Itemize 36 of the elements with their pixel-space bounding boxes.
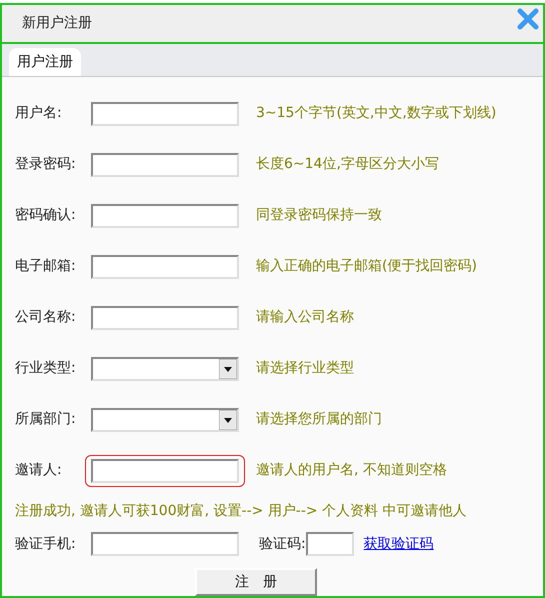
code-field[interactable] [306,532,354,556]
field-label: 电子邮箱: [15,257,77,276]
select-field[interactable] [91,356,239,380]
field-label: 验证手机: [15,534,77,554]
field-label: 行业类型: [15,359,77,378]
hint-text: 长度6~14位,字母区分大小写 [256,155,439,174]
hint-text: 邀请人的用户名, 不知道则空格 [256,461,447,480]
close-icon[interactable] [517,8,539,30]
window-title: 新用户注册 [22,14,92,34]
field-label: 公司名称: [15,308,77,327]
tab[interactable]: 用户注册 [9,48,81,76]
select-field[interactable] [91,408,239,432]
input-field[interactable] [91,152,239,176]
input-field[interactable] [91,102,239,126]
register-button[interactable]: 注 册 [195,568,317,596]
hint-text: 请选择行业类型 [256,359,354,378]
get-code-link[interactable]: 获取验证码 [364,534,434,554]
dropdown-icon[interactable] [219,410,237,430]
hint-text: 输入正确的电子邮箱(便于找回密码) [256,257,477,276]
note-text: 注册成功, 邀请人可获100财富, 设置--> 用户--> 个人资料 中可邀请他人 [15,502,468,520]
field-label: 邀请人: [15,461,63,480]
phone-field[interactable] [91,532,239,556]
input-field[interactable] [91,458,239,482]
field-label: 密码确认: [15,206,77,225]
hint-text: 请输入公司名称 [256,308,354,327]
input-field[interactable] [91,254,239,278]
field-label: 验证码: [259,534,306,554]
field-label: 所属部门: [15,410,77,429]
hint-text: 同登录密码保持一致 [256,206,382,225]
dropdown-icon[interactable] [219,358,237,378]
field-label: 登录密码: [15,155,77,174]
input-field[interactable] [91,204,239,228]
hint-text: 请选择您所属的部门 [256,410,382,429]
hint-text: 3~15个字节(英文,中文,数字或下划线) [256,104,496,123]
field-label: 用户名: [15,104,63,123]
input-field[interactable] [91,306,239,330]
